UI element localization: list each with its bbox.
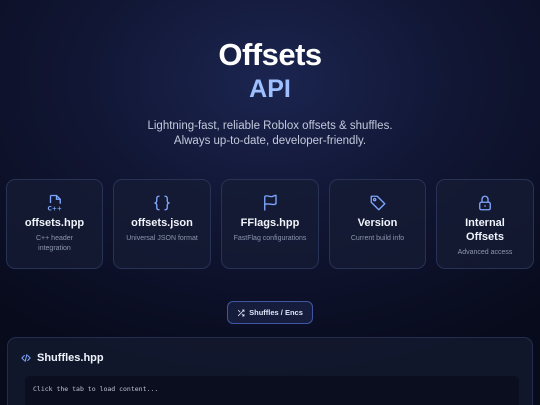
card-title: offsets.hpp xyxy=(24,217,85,229)
card-description: C++ header integration xyxy=(7,234,102,254)
hero-description: Lightning-fast, reliable Roblox offsets … xyxy=(0,119,540,149)
code-panel: Shuffles.hpp Click the tab to load conte… xyxy=(7,337,533,405)
hero-subtitle: API xyxy=(249,75,291,103)
card-title-line: Internal xyxy=(465,217,505,229)
card-grid: C++ offsets.hpp C++ header integration o… xyxy=(6,179,534,269)
hero-description-line: Lightning-fast, reliable Roblox offsets … xyxy=(147,120,393,132)
hero: Offsets API Lightning-fast, reliable Rob… xyxy=(0,0,540,149)
braces-icon xyxy=(153,195,171,211)
card-internal-offsets[interactable]: Internal Offsets Advanced access xyxy=(436,179,534,269)
flag-icon xyxy=(264,194,277,211)
tab-label: Shuffles / Encs xyxy=(249,308,303,317)
tag-icon xyxy=(370,195,385,211)
card-fflags-hpp[interactable]: FFlags.hpp FastFlag configurations xyxy=(221,179,319,269)
card-description: Advanced access xyxy=(457,249,513,256)
hero-description-line: Always up-to-date, developer-friendly. xyxy=(173,135,367,147)
shuffle-icon xyxy=(238,309,245,316)
tab-shuffles-encs[interactable]: Shuffles / Encs xyxy=(227,301,313,324)
card-offsets-json[interactable]: offsets.json Universal JSON format xyxy=(113,179,211,269)
card-title: Internal Offsets xyxy=(437,216,533,244)
svg-text:C++: C++ xyxy=(47,206,61,213)
card-title-line: Offsets xyxy=(466,231,504,243)
card-offsets-hpp[interactable]: C++ offsets.hpp C++ header integration xyxy=(6,179,103,269)
card-title: offsets.json xyxy=(131,217,193,229)
cpp-file-icon: C++ xyxy=(47,194,61,213)
card-version[interactable]: Version Current build info xyxy=(329,179,426,269)
lock-icon xyxy=(479,195,491,211)
card-title: Version xyxy=(357,217,398,229)
card-description-line: integration xyxy=(38,245,71,252)
card-title: FFlags.hpp xyxy=(240,217,300,229)
panel-header: Shuffles.hpp xyxy=(21,352,104,364)
card-description: FastFlag configurations xyxy=(233,235,307,242)
card-description-line: C++ header xyxy=(36,235,73,242)
code-content[interactable]: Click the tab to load content... xyxy=(25,376,519,405)
card-description: Universal JSON format xyxy=(126,235,198,242)
code-icon xyxy=(21,354,31,362)
panel-title: Shuffles.hpp xyxy=(37,352,104,364)
card-description: Current build info xyxy=(350,235,405,242)
hero-title: Offsets xyxy=(218,37,322,72)
